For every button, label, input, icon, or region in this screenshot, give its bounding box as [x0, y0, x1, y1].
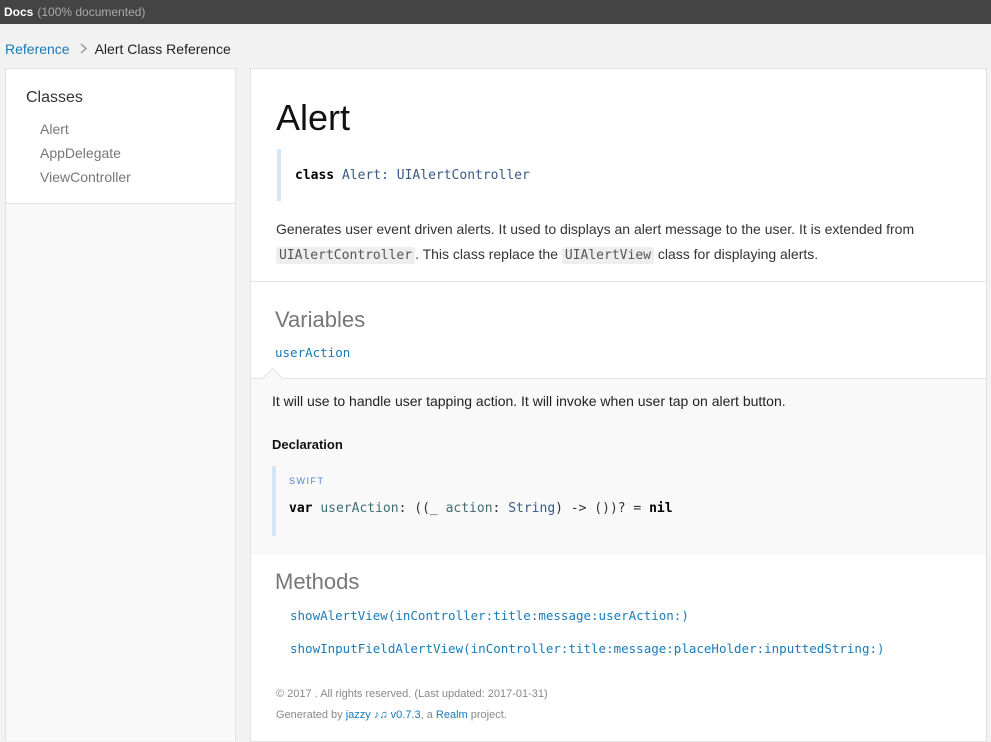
method-link-showalertview[interactable]: showAlertView(inController:title:message…: [290, 608, 689, 623]
callout-arrow: [261, 367, 284, 390]
inline-code-uialertview: UIAlertView: [561, 247, 654, 264]
token-link-useraction[interactable]: userAction: [275, 345, 350, 360]
param-name: action: [445, 501, 493, 516]
keyword-class: class: [295, 168, 335, 183]
class-name: Alert: [341, 168, 382, 183]
signature-close: ) -> ())? =: [555, 501, 642, 516]
section-divider: [251, 281, 986, 282]
swift-declaration-code: var userAction: ((_ action: String) -> (…: [289, 501, 673, 516]
abstract-text-3: class for displaying alerts.: [657, 246, 819, 262]
main-content: Alert class Alert: UIAlertController Gen…: [250, 68, 987, 742]
sidebar-nav: Classes Alert AppDelegate ViewController: [6, 69, 235, 204]
superclass-name: UIAlertController: [396, 168, 530, 183]
abstract-text-2: . This class replace the: [415, 246, 558, 262]
section-title-variables: Variables: [275, 307, 366, 332]
breadcrumb: Reference Alert Class Reference: [0, 24, 991, 68]
generated-prefix: Generated by: [276, 709, 343, 721]
realm-link[interactable]: Realm: [436, 709, 468, 721]
param-type: String: [508, 501, 556, 516]
inline-code-uialertcontroller: UIAlertController: [276, 247, 416, 264]
chevron-right-icon: [80, 24, 87, 74]
class-declaration-code: class Alert: UIAlertController: [295, 168, 530, 183]
class-abstract: Generates user event driven alerts. It u…: [276, 217, 966, 268]
breadcrumb-current: Alert Class Reference: [94, 41, 231, 57]
language-label: SWIFT: [289, 476, 325, 486]
sidebar-item-appdelegate[interactable]: AppDelegate: [40, 145, 121, 161]
param-colon: :: [492, 501, 501, 516]
swift-declaration: SWIFT var userAction: ((_ action: String…: [272, 466, 966, 536]
token-description: It will use to handle user tapping actio…: [272, 393, 786, 409]
sidebar-item-viewcontroller[interactable]: ViewController: [40, 169, 131, 185]
sidebar-group-classes[interactable]: Classes: [26, 89, 83, 107]
generated-middle: , a: [420, 709, 433, 721]
docs-home-link[interactable]: Docs: [4, 5, 33, 19]
var-name: userAction: [320, 501, 399, 516]
jazzy-link[interactable]: jazzy ♪♫ v0.7.3: [346, 709, 421, 721]
breadcrumb-reference-link[interactable]: Reference: [5, 41, 70, 57]
class-declaration: class Alert: UIAlertController: [277, 149, 541, 201]
page-title: Alert: [276, 97, 351, 138]
section-title-methods: Methods: [275, 569, 360, 594]
abstract-text-1: Generates user event driven alerts. It u…: [276, 221, 915, 237]
sidebar-item-alert[interactable]: Alert: [40, 121, 69, 137]
method-link-showinputfieldalertview[interactable]: showInputFieldAlertView(inController:tit…: [290, 641, 885, 656]
declaration-heading: Declaration: [272, 437, 343, 452]
signature-open: : ((_: [398, 501, 438, 516]
token-details-useraction: It will use to handle user tapping actio…: [251, 367, 986, 555]
keyword-var: var: [289, 501, 313, 516]
generated-suffix: project.: [470, 709, 507, 721]
keyword-nil: nil: [649, 501, 673, 516]
documentation-coverage: (100% documented): [37, 5, 146, 19]
top-bar: Docs (100% documented): [0, 0, 991, 24]
sidebar: Classes Alert AppDelegate ViewController: [5, 68, 236, 741]
footer-copyright: © 2017 . All rights reserved. (Last upda…: [276, 688, 548, 700]
colon: :: [381, 168, 389, 183]
footer-generated: Generated by jazzy ♪♫ v0.7.3, a Realm pr…: [276, 709, 507, 721]
